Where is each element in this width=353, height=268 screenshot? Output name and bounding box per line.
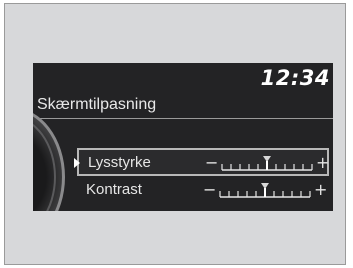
- increase-button-contrast[interactable]: +: [314, 180, 327, 199]
- divider: [33, 118, 333, 119]
- figure-frame: 12:34 Skærmtilpasning Lysstyrke − + Kont…: [4, 3, 346, 265]
- setting-label-brightness: Lysstyrke: [88, 154, 151, 171]
- setting-label-contrast: Kontrast: [86, 181, 142, 198]
- increase-button-brightness[interactable]: +: [316, 153, 329, 172]
- setting-row-brightness[interactable]: Lysstyrke − +: [74, 148, 329, 176]
- level-scale-contrast[interactable]: [217, 182, 313, 200]
- decrease-button-contrast[interactable]: −: [203, 180, 216, 199]
- selector-dial-icon: [33, 107, 65, 211]
- setting-row-contrast[interactable]: Kontrast − +: [77, 177, 329, 205]
- display-screen: 12:34 Skærmtilpasning Lysstyrke − + Kont…: [33, 63, 333, 211]
- page-title: Skærmtilpasning: [37, 96, 157, 113]
- level-scale-brightness[interactable]: [219, 155, 315, 173]
- decrease-button-brightness[interactable]: −: [205, 153, 218, 172]
- clock: 12:34: [260, 66, 330, 90]
- selection-arrow-icon: [74, 158, 80, 168]
